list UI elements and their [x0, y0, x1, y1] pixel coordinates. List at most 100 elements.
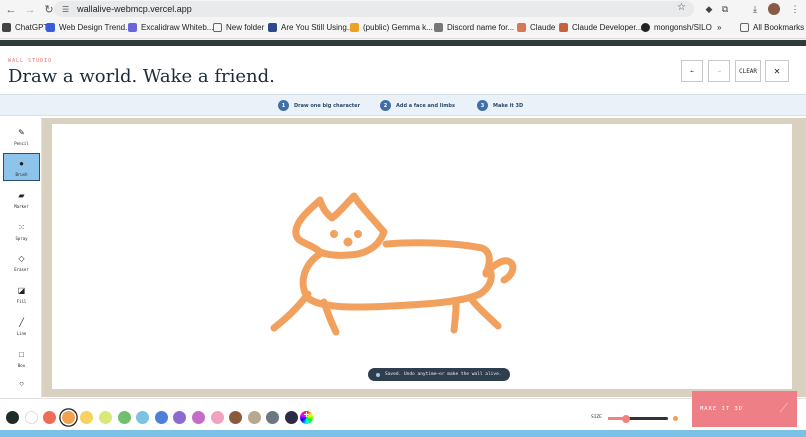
claude-icon: [517, 23, 526, 32]
color-swatch[interactable]: [173, 411, 187, 424]
globe-icon: [434, 23, 443, 32]
tool-eraser[interactable]: ◇ Eraser: [3, 248, 40, 276]
bookmark-item[interactable]: mongonsh/SILO: [641, 23, 712, 32]
drawing-strokes: [270, 192, 517, 336]
cat-nose: [343, 237, 353, 247]
make-it-3d-button[interactable]: MAKE IT 3D ⟋: [692, 391, 797, 427]
color-swatch[interactable]: [136, 411, 150, 424]
size-slider-thumb[interactable]: [622, 414, 630, 423]
eraser-icon: ◇: [18, 253, 25, 263]
bookmark-item[interactable]: Web Design Trend...: [46, 23, 132, 32]
circle-icon: ○: [19, 378, 24, 388]
address-bar[interactable]: ☰ wallalive-webmcp.vercel.app ☆: [54, 1, 694, 17]
bookmark-item[interactable]: New folder: [213, 23, 264, 32]
step-1: 1 Draw one big character: [278, 100, 360, 111]
forward-icon[interactable]: →: [22, 2, 38, 18]
tool-spray[interactable]: ⁙ Spray: [3, 217, 40, 245]
step-2: 2 Add a face and limbs: [380, 100, 455, 111]
tool-line[interactable]: ╱ Line: [3, 312, 40, 340]
canvas-frame: Saved. Undo anytime—or make the wall ali…: [42, 118, 806, 397]
site-settings-icon[interactable]: ☰: [62, 5, 69, 14]
menu-icon[interactable]: ⋮: [788, 2, 802, 16]
more-bookmarks[interactable]: »: [717, 23, 721, 32]
bookmark-item[interactable]: Claude Developer...: [559, 23, 642, 32]
folder-icon: [213, 23, 222, 32]
tool-box[interactable]: □ Box: [3, 344, 40, 372]
bookmark-item[interactable]: Claude: [517, 23, 555, 32]
color-swatch[interactable]: [285, 411, 298, 424]
size-label: SIZE: [591, 415, 602, 420]
claude-developer-icon: [559, 23, 568, 32]
color-swatch[interactable]: [61, 411, 75, 424]
box-icon: □: [19, 349, 24, 359]
github-icon: [641, 23, 650, 32]
back-icon[interactable]: ←: [3, 2, 19, 18]
brush-icon: ●: [19, 158, 24, 168]
tool-marker[interactable]: ▰ Marker: [3, 185, 40, 213]
color-swatch[interactable]: [6, 411, 19, 424]
marker-icon: ▰: [18, 190, 25, 200]
plus-icon: +: [303, 410, 310, 421]
brand-label: WALL STUDIO: [8, 58, 53, 64]
all-bookmarks[interactable]: All Bookmarks: [740, 23, 804, 32]
web-design-icon: [46, 23, 55, 32]
step-3: 3 Make it 3D: [477, 100, 523, 111]
excalidraw-icon: [128, 23, 137, 32]
bookmark-item[interactable]: ChatGPT: [2, 23, 48, 32]
puzzle-icon[interactable]: ⧉: [718, 2, 732, 16]
url-text: wallalive-webmcp.vercel.app: [77, 4, 192, 14]
tool-fill[interactable]: ◪ Fill: [3, 280, 40, 308]
chatgpt-icon: [2, 23, 11, 32]
download-icon[interactable]: ⤓: [748, 2, 762, 16]
color-swatch[interactable]: [210, 411, 224, 424]
cat-body-stroke: [299, 250, 495, 311]
color-swatch[interactable]: [192, 411, 205, 424]
drawing-canvas[interactable]: Saved. Undo anytime—or make the wall ali…: [52, 124, 792, 389]
folder-icon: [740, 23, 749, 32]
window-bottom-edge: [0, 430, 806, 437]
size-slider[interactable]: [608, 414, 668, 423]
color-swatch[interactable]: [43, 411, 57, 424]
clear-button[interactable]: CLEAR: [735, 60, 761, 82]
line-icon: ╱: [19, 317, 24, 327]
profile-avatar[interactable]: [768, 3, 780, 15]
cat-eye-right: [354, 230, 362, 238]
cat-eye-left: [330, 230, 338, 238]
cat-leg-front-left: [270, 290, 312, 332]
tool-circle[interactable]: ○: [3, 376, 40, 390]
color-swatch[interactable]: [247, 411, 261, 424]
cat-leg-back-right: [468, 296, 502, 330]
extension-icon[interactable]: ◆: [702, 2, 716, 16]
bookmark-item[interactable]: (public) Gemma k...: [350, 23, 433, 32]
pencil-icon: ✎: [18, 127, 25, 137]
undo-button[interactable]: ←: [681, 60, 703, 82]
color-swatch[interactable]: [229, 411, 243, 424]
status-dot-icon: [376, 372, 380, 377]
link-icon: [350, 23, 359, 32]
steps-bar: 1 Draw one big character 2 Add a face and …: [0, 94, 806, 116]
size-preview-dot: [673, 416, 678, 421]
browser-toolbar: ← → ↻ ☰ wallalive-webmcp.vercel.app ☆ ◆ …: [0, 0, 806, 19]
cat-head-stroke: [292, 192, 388, 259]
color-swatch[interactable]: [24, 411, 38, 424]
spray-icon: ⁙: [18, 222, 25, 232]
tool-palette: ✎ Pencil ● Brush ▰ Marker ⁙ Spray ◇ Eraser ◪ F…: [0, 118, 42, 398]
bookmark-item[interactable]: Discord name for...: [434, 23, 514, 32]
fill-icon: ◪: [17, 285, 26, 295]
bookmarks-bar: ChatGPT Web Design Trend... Excalidraw W…: [0, 19, 806, 39]
custom-color-picker[interactable]: +: [300, 410, 313, 424]
color-swatch[interactable]: [80, 411, 94, 424]
close-button[interactable]: ✕: [765, 60, 789, 82]
bookmark-item[interactable]: Are You Still Using...: [268, 23, 353, 32]
color-swatch[interactable]: [266, 411, 280, 424]
tool-pencil[interactable]: ✎ Pencil: [3, 122, 40, 150]
color-swatch[interactable]: [154, 411, 168, 424]
tool-brush[interactable]: ● Brush: [3, 153, 40, 181]
redo-button[interactable]: →: [708, 60, 730, 82]
cat-back-stroke: [382, 239, 493, 278]
bookmark-item[interactable]: Excalidraw Whiteb...: [128, 23, 213, 32]
page-title: Draw a world. Wake a friend.: [8, 66, 275, 87]
bookmark-star-icon[interactable]: ☆: [677, 2, 686, 13]
color-swatch[interactable]: [117, 411, 131, 424]
color-swatch[interactable]: [99, 411, 112, 424]
